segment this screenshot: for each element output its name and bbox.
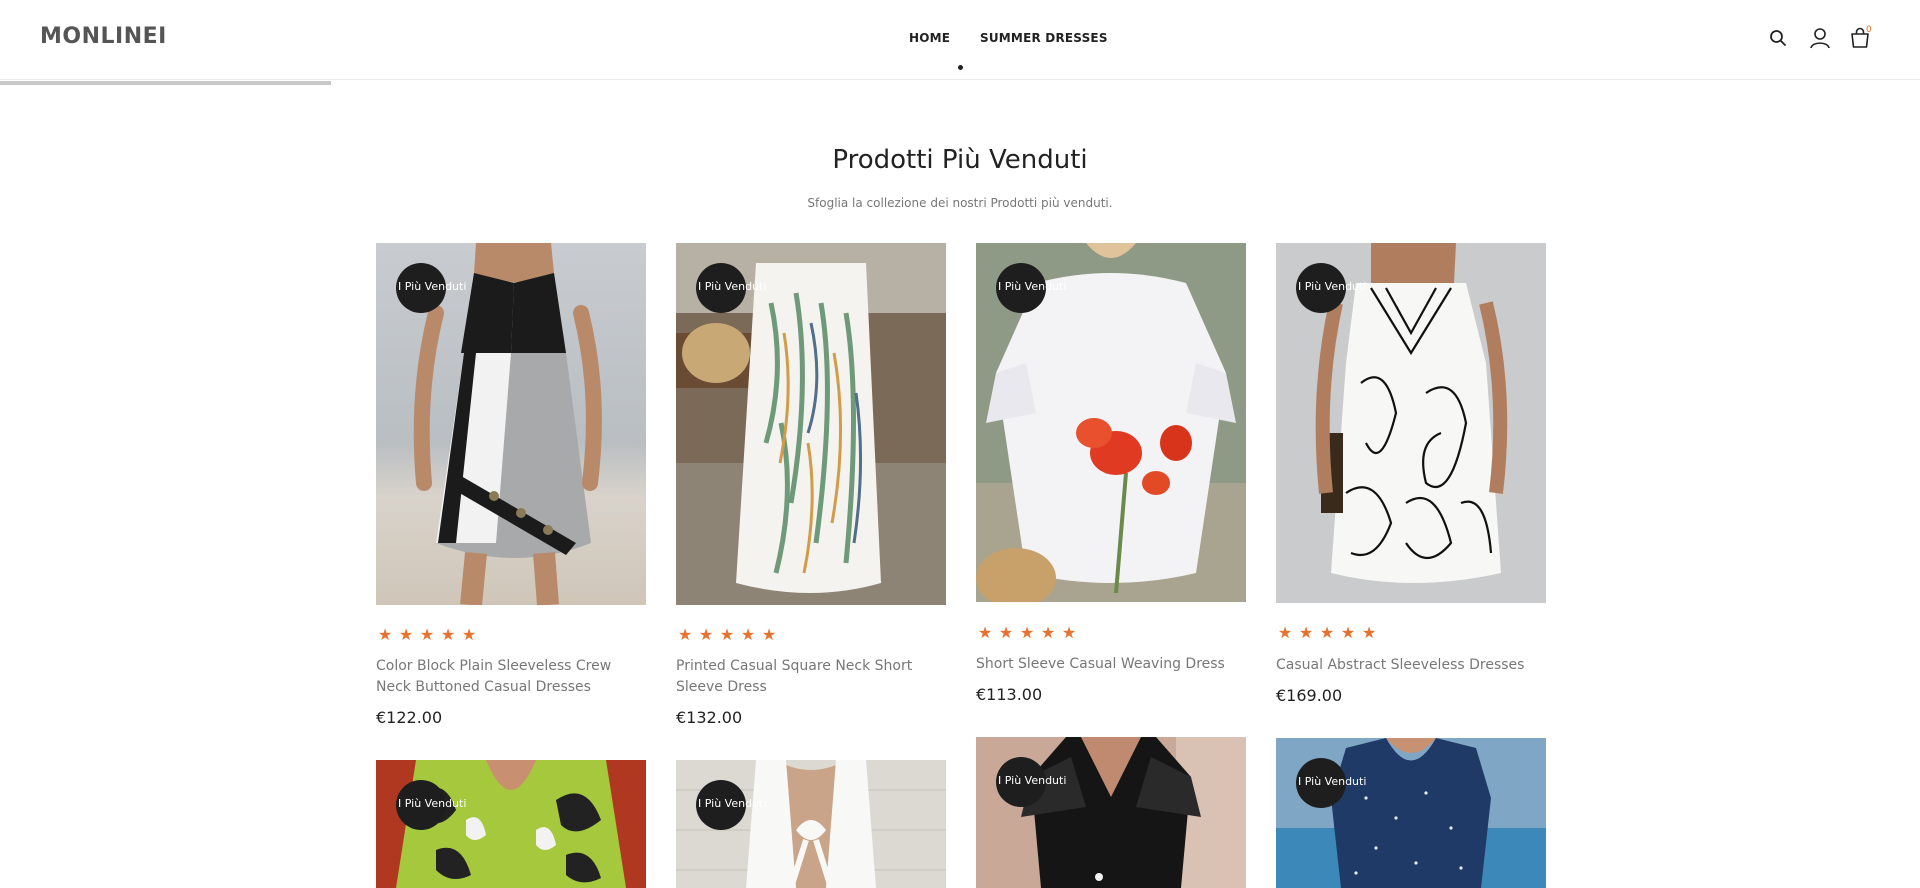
star-icon: ★ xyxy=(1361,623,1377,642)
star-icon: ★ xyxy=(740,625,756,644)
bestseller-badge-label: I Più Venduti xyxy=(398,280,467,293)
section-subtitle: Sfoglia la collezione dei nostri Prodott… xyxy=(807,196,1113,210)
bestseller-badge-label: I Più Venduti xyxy=(698,797,767,810)
star-icon: ★ xyxy=(419,625,435,644)
user-icon[interactable] xyxy=(1808,26,1832,50)
star-icon: ★ xyxy=(1319,623,1335,642)
product-name[interactable]: Color Block Plain Sleeveless Crew Neck B… xyxy=(376,656,646,698)
rating-stars: ★ ★ ★ ★ ★ xyxy=(1276,624,1378,642)
product-card: I Più Venduti ★ ★ ★ ★ ★ Color Block Plain Sl… xyxy=(376,243,646,727)
bestseller-badge-label: I Più Venduti xyxy=(1298,775,1367,788)
star-icon: ★ xyxy=(1061,623,1077,642)
product-name[interactable]: Short Sleeve Casual Weaving Dress xyxy=(976,654,1246,675)
product-name[interactable]: Casual Abstract Sleeveless Dresses xyxy=(1276,655,1546,676)
rating-stars: ★ ★ ★ ★ ★ xyxy=(976,624,1078,642)
nav-home[interactable]: HOME xyxy=(909,31,950,45)
product-price: €122.00 xyxy=(376,708,443,727)
page-progress-bar xyxy=(0,81,331,85)
bestseller-badge-label: I Più Venduti xyxy=(1298,280,1367,293)
product-card: I Più Venduti xyxy=(376,760,646,888)
search-icon[interactable] xyxy=(1768,28,1788,48)
section-title: Prodotti Più Venduti xyxy=(832,145,1088,175)
bestseller-badge-label: I Più Venduti xyxy=(698,280,767,293)
product-image[interactable]: I Più Venduti xyxy=(976,243,1246,602)
bestseller-badge-label: I Più Venduti xyxy=(998,774,1067,787)
star-icon: ★ xyxy=(977,623,993,642)
star-icon: ★ xyxy=(440,625,456,644)
product-price: €113.00 xyxy=(976,685,1043,704)
product-name[interactable]: Printed Casual Square Neck Short Sleeve … xyxy=(676,656,946,698)
star-icon: ★ xyxy=(1298,623,1314,642)
star-icon: ★ xyxy=(461,625,477,644)
bestseller-badge-label: I Più Venduti xyxy=(998,280,1067,293)
product-price: €132.00 xyxy=(676,708,743,727)
star-icon: ★ xyxy=(377,625,393,644)
rating-stars: ★ ★ ★ ★ ★ xyxy=(376,626,478,644)
product-image[interactable]: I Più Venduti xyxy=(676,760,946,888)
nav-summer-dresses[interactable]: SUMMER DRESSES xyxy=(980,31,1108,45)
nav-active-dot xyxy=(958,65,963,70)
star-icon: ★ xyxy=(1040,623,1056,642)
product-image[interactable]: I Più Venduti xyxy=(376,243,646,605)
star-icon: ★ xyxy=(1277,623,1293,642)
site-header: MONLINEI HOME SUMMER DRESSES 0 xyxy=(0,0,1920,80)
bestseller-badge-label: I Più Venduti xyxy=(398,797,467,810)
product-card: I Più Venduti ★ ★ ★ ★ ★ Short Sleeve Casual … xyxy=(976,243,1246,704)
star-icon: ★ xyxy=(398,625,414,644)
cart-count-badge: 0 xyxy=(1866,25,1872,35)
star-icon: ★ xyxy=(719,625,735,644)
product-card: I Più Venduti ★ ★ ★ ★ ★ Casual Abstract Slee… xyxy=(1276,243,1546,705)
product-price: €169.00 xyxy=(1276,686,1343,705)
product-card: I Più Venduti xyxy=(676,760,946,888)
product-image[interactable]: I Più Venduti xyxy=(1276,243,1546,603)
product-image[interactable]: I Più Venduti xyxy=(976,737,1246,888)
star-icon: ★ xyxy=(998,623,1014,642)
product-image[interactable]: I Più Venduti xyxy=(676,243,946,605)
main-nav: HOME SUMMER DRESSES xyxy=(0,31,1920,51)
rating-stars: ★ ★ ★ ★ ★ xyxy=(676,626,778,644)
product-card: I Più Venduti xyxy=(1276,738,1546,888)
star-icon: ★ xyxy=(1019,623,1035,642)
star-icon: ★ xyxy=(677,625,693,644)
product-card: I Più Venduti xyxy=(976,737,1246,888)
star-icon: ★ xyxy=(1340,623,1356,642)
product-image[interactable]: I Più Venduti xyxy=(376,760,646,888)
star-icon: ★ xyxy=(698,625,714,644)
star-icon: ★ xyxy=(761,625,777,644)
product-card: I Più Venduti ★ ★ ★ ★ ★ Printed Casual Squar… xyxy=(676,243,946,727)
product-image[interactable]: I Più Venduti xyxy=(1276,738,1546,888)
